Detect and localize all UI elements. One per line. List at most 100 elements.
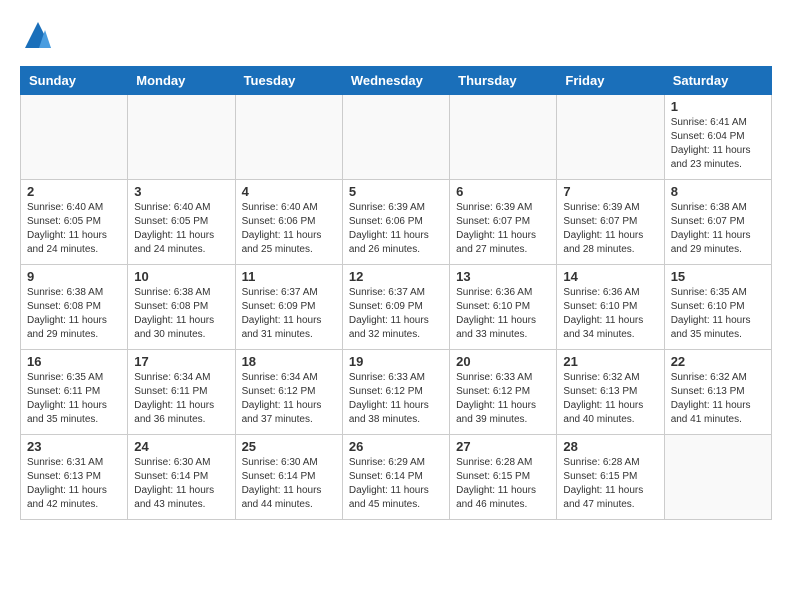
day-info: Sunrise: 6:34 AM Sunset: 6:12 PM Dayligh… [242, 371, 336, 427]
day-info: Sunrise: 6:40 AM Sunset: 6:06 PM Dayligh… [242, 201, 336, 257]
day-info: Sunrise: 6:36 AM Sunset: 6:10 PM Dayligh… [563, 286, 657, 342]
day-info: Sunrise: 6:28 AM Sunset: 6:15 PM Dayligh… [456, 456, 550, 512]
day-number: 19 [349, 354, 443, 369]
calendar-cell: 4 Sunrise: 6:40 AM Sunset: 6:06 PM Daylig… [235, 180, 342, 265]
calendar-cell: 12Sunrise: 6:37 AM Sunset: 6:09 PM Dayli… [342, 265, 449, 350]
weekday-header-thursday: Thursday [450, 67, 557, 95]
day-number: 5 [349, 184, 443, 199]
calendar-cell: 21 Sunrise: 6:32 AM Sunset: 6:13 PM Dayli… [557, 350, 664, 435]
day-number: 17 [134, 354, 228, 369]
weekday-header-row: SundayMondayTuesdayWednesdayThursdayFrid… [21, 67, 772, 95]
day-number: 12 [349, 269, 443, 284]
day-info: Sunrise: 6:35 AM Sunset: 6:11 PM Dayligh… [27, 371, 121, 427]
calendar-cell: 9 Sunrise: 6:38 AM Sunset: 6:08 PM Daylig… [21, 265, 128, 350]
day-info: Sunrise: 6:36 AM Sunset: 6:10 PM Dayligh… [456, 286, 550, 342]
day-number: 20 [456, 354, 550, 369]
day-number: 15 [671, 269, 765, 284]
day-number: 14 [563, 269, 657, 284]
day-info: Sunrise: 6:40 AM Sunset: 6:05 PM Dayligh… [134, 201, 228, 257]
calendar-cell: 7Sunrise: 6:39 AM Sunset: 6:07 PM Daylig… [557, 180, 664, 265]
calendar-cell: 16 Sunrise: 6:35 AM Sunset: 6:11 PM Dayli… [21, 350, 128, 435]
weekday-header-tuesday: Tuesday [235, 67, 342, 95]
day-number: 13 [456, 269, 550, 284]
day-number: 23 [27, 439, 121, 454]
day-info: Sunrise: 6:30 AM Sunset: 6:14 PM Dayligh… [242, 456, 336, 512]
day-info: Sunrise: 6:32 AM Sunset: 6:13 PM Dayligh… [563, 371, 657, 427]
calendar-cell: 28 Sunrise: 6:28 AM Sunset: 6:15 PM Dayli… [557, 435, 664, 520]
day-info: Sunrise: 6:38 AM Sunset: 6:08 PM Dayligh… [134, 286, 228, 342]
calendar-cell: 22 Sunrise: 6:32 AM Sunset: 6:13 PM Dayli… [664, 350, 771, 435]
day-info: Sunrise: 6:30 AM Sunset: 6:14 PM Dayligh… [134, 456, 228, 512]
day-number: 27 [456, 439, 550, 454]
day-number: 1 [671, 99, 765, 114]
calendar-week-row: 2 Sunrise: 6:40 AM Sunset: 6:05 PM Daylig… [21, 180, 772, 265]
calendar-cell: 14 Sunrise: 6:36 AM Sunset: 6:10 PM Dayli… [557, 265, 664, 350]
calendar-cell [21, 95, 128, 180]
calendar-cell: 2 Sunrise: 6:40 AM Sunset: 6:05 PM Daylig… [21, 180, 128, 265]
day-number: 21 [563, 354, 657, 369]
calendar-cell: 26Sunrise: 6:29 AM Sunset: 6:14 PM Dayli… [342, 435, 449, 520]
day-number: 22 [671, 354, 765, 369]
calendar-cell: 3 Sunrise: 6:40 AM Sunset: 6:05 PM Daylig… [128, 180, 235, 265]
day-info: Sunrise: 6:41 AM Sunset: 6:04 PM Dayligh… [671, 116, 765, 172]
weekday-header-monday: Monday [128, 67, 235, 95]
day-info: Sunrise: 6:31 AM Sunset: 6:13 PM Dayligh… [27, 456, 121, 512]
weekday-header-sunday: Sunday [21, 67, 128, 95]
logo [20, 20, 53, 56]
day-number: 24 [134, 439, 228, 454]
calendar-cell: 1 Sunrise: 6:41 AM Sunset: 6:04 PM Daylig… [664, 95, 771, 180]
day-info: Sunrise: 6:33 AM Sunset: 6:12 PM Dayligh… [456, 371, 550, 427]
calendar-cell [342, 95, 449, 180]
page-header [20, 20, 772, 56]
calendar-cell [235, 95, 342, 180]
day-info: Sunrise: 6:37 AM Sunset: 6:09 PM Dayligh… [242, 286, 336, 342]
day-info: Sunrise: 6:34 AM Sunset: 6:11 PM Dayligh… [134, 371, 228, 427]
day-info: Sunrise: 6:38 AM Sunset: 6:07 PM Dayligh… [671, 201, 765, 257]
calendar-cell [664, 435, 771, 520]
day-number: 4 [242, 184, 336, 199]
logo-icon [23, 20, 53, 50]
day-info: Sunrise: 6:39 AM Sunset: 6:07 PM Dayligh… [456, 201, 550, 257]
calendar-cell: 5 Sunrise: 6:39 AM Sunset: 6:06 PM Daylig… [342, 180, 449, 265]
day-number: 26 [349, 439, 443, 454]
day-number: 16 [27, 354, 121, 369]
day-info: Sunrise: 6:32 AM Sunset: 6:13 PM Dayligh… [671, 371, 765, 427]
day-number: 6 [456, 184, 550, 199]
calendar-cell [450, 95, 557, 180]
weekday-header-friday: Friday [557, 67, 664, 95]
calendar-cell: 6 Sunrise: 6:39 AM Sunset: 6:07 PM Daylig… [450, 180, 557, 265]
day-info: Sunrise: 6:28 AM Sunset: 6:15 PM Dayligh… [563, 456, 657, 512]
calendar-cell: 15 Sunrise: 6:35 AM Sunset: 6:10 PM Dayli… [664, 265, 771, 350]
day-number: 2 [27, 184, 121, 199]
calendar-cell: 20 Sunrise: 6:33 AM Sunset: 6:12 PM Dayli… [450, 350, 557, 435]
weekday-header-saturday: Saturday [664, 67, 771, 95]
day-number: 18 [242, 354, 336, 369]
day-number: 3 [134, 184, 228, 199]
day-info: Sunrise: 6:38 AM Sunset: 6:08 PM Dayligh… [27, 286, 121, 342]
day-number: 9 [27, 269, 121, 284]
calendar-cell: 25 Sunrise: 6:30 AM Sunset: 6:14 PM Dayli… [235, 435, 342, 520]
calendar-week-row: 1 Sunrise: 6:41 AM Sunset: 6:04 PM Daylig… [21, 95, 772, 180]
calendar-cell: 10 Sunrise: 6:38 AM Sunset: 6:08 PM Dayli… [128, 265, 235, 350]
calendar-cell: 11Sunrise: 6:37 AM Sunset: 6:09 PM Dayli… [235, 265, 342, 350]
day-number: 8 [671, 184, 765, 199]
calendar-cell [128, 95, 235, 180]
day-info: Sunrise: 6:35 AM Sunset: 6:10 PM Dayligh… [671, 286, 765, 342]
day-info: Sunrise: 6:39 AM Sunset: 6:06 PM Dayligh… [349, 201, 443, 257]
calendar-week-row: 23 Sunrise: 6:31 AM Sunset: 6:13 PM Dayli… [21, 435, 772, 520]
day-number: 25 [242, 439, 336, 454]
calendar-cell: 17 Sunrise: 6:34 AM Sunset: 6:11 PM Dayli… [128, 350, 235, 435]
calendar-table: SundayMondayTuesdayWednesdayThursdayFrid… [20, 66, 772, 520]
day-number: 10 [134, 269, 228, 284]
calendar-cell: 19Sunrise: 6:33 AM Sunset: 6:12 PM Dayli… [342, 350, 449, 435]
calendar-cell: 27 Sunrise: 6:28 AM Sunset: 6:15 PM Dayli… [450, 435, 557, 520]
calendar-week-row: 16 Sunrise: 6:35 AM Sunset: 6:11 PM Dayli… [21, 350, 772, 435]
calendar-cell: 8 Sunrise: 6:38 AM Sunset: 6:07 PM Daylig… [664, 180, 771, 265]
calendar-cell [557, 95, 664, 180]
day-number: 28 [563, 439, 657, 454]
calendar-cell: 18 Sunrise: 6:34 AM Sunset: 6:12 PM Dayli… [235, 350, 342, 435]
calendar-week-row: 9 Sunrise: 6:38 AM Sunset: 6:08 PM Daylig… [21, 265, 772, 350]
calendar-cell: 13 Sunrise: 6:36 AM Sunset: 6:10 PM Dayli… [450, 265, 557, 350]
day-info: Sunrise: 6:39 AM Sunset: 6:07 PM Dayligh… [563, 201, 657, 257]
day-info: Sunrise: 6:40 AM Sunset: 6:05 PM Dayligh… [27, 201, 121, 257]
